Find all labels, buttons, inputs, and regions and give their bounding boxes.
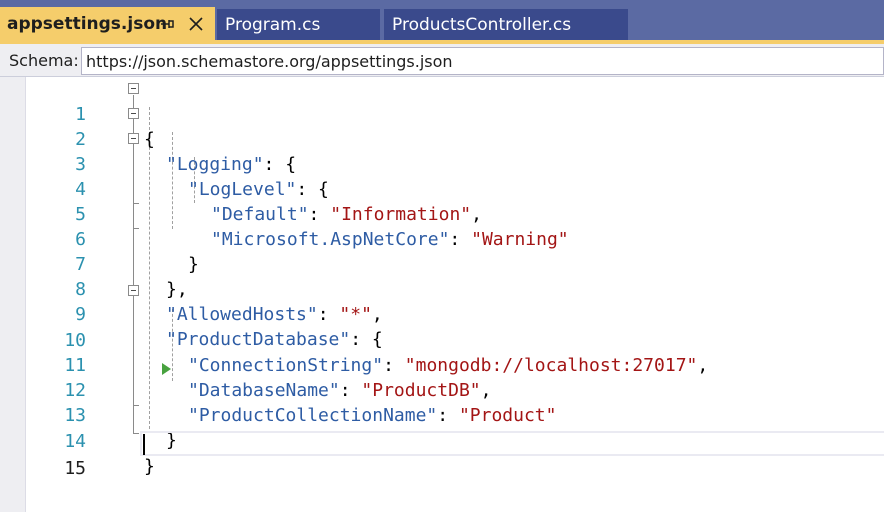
current-line-highlight (140, 431, 884, 456)
tab-program-cs[interactable]: Program.cs (217, 9, 380, 40)
code-line: 3 "LogLevel": { (26, 127, 884, 200)
text-cursor (143, 434, 145, 455)
tab-appsettings-json[interactable]: appsettings.json (0, 7, 215, 40)
code-line: 5 "Microsoft.AspNetCore": "Warning" (26, 177, 884, 250)
code-line: 1 { (26, 77, 884, 150)
code-line: 8 "AllowedHosts": "*", (26, 252, 884, 325)
code-line: 9 "ProductDatabase": { (26, 277, 884, 350)
line-number: 15 (64, 458, 86, 479)
code-text: } (144, 454, 155, 479)
schema-input[interactable]: https://json.schemastore.org/appsettings… (81, 47, 884, 75)
tab-productscontroller-cs[interactable]: ProductsController.cs (384, 9, 628, 40)
tab-label: Program.cs (225, 14, 321, 35)
quick-action-arrow-icon[interactable] (160, 362, 174, 376)
pin-icon[interactable] (160, 16, 176, 32)
tab-label: appsettings.json (7, 13, 168, 34)
tab-label: ProductsController.cs (392, 14, 572, 35)
code-line: 14 } (26, 404, 884, 477)
schema-bar: Schema: https://json.schemastore.org/app… (0, 44, 884, 77)
document-tab-strip: appsettings.json Program.cs ProductsCont… (0, 0, 884, 44)
brace-token: } (144, 456, 155, 477)
code-line: 6 } (26, 202, 884, 275)
code-line: 12 "ProductCollectionName": "Product" (26, 353, 884, 426)
code-line: 10 "ConnectionString": "mongodb://localh… (26, 303, 884, 376)
schema-label: Schema: (9, 51, 79, 70)
code-line: 7 }, (26, 227, 884, 300)
close-icon[interactable] (186, 14, 206, 34)
code-line: 13 } (26, 378, 884, 451)
editor-left-margin (0, 77, 26, 512)
code-line: 4 "Default": "Information", (26, 152, 884, 225)
code-line: 2 "Logging": { (26, 102, 884, 175)
code-line: 11 "DatabaseName": "ProductDB", (26, 328, 884, 401)
